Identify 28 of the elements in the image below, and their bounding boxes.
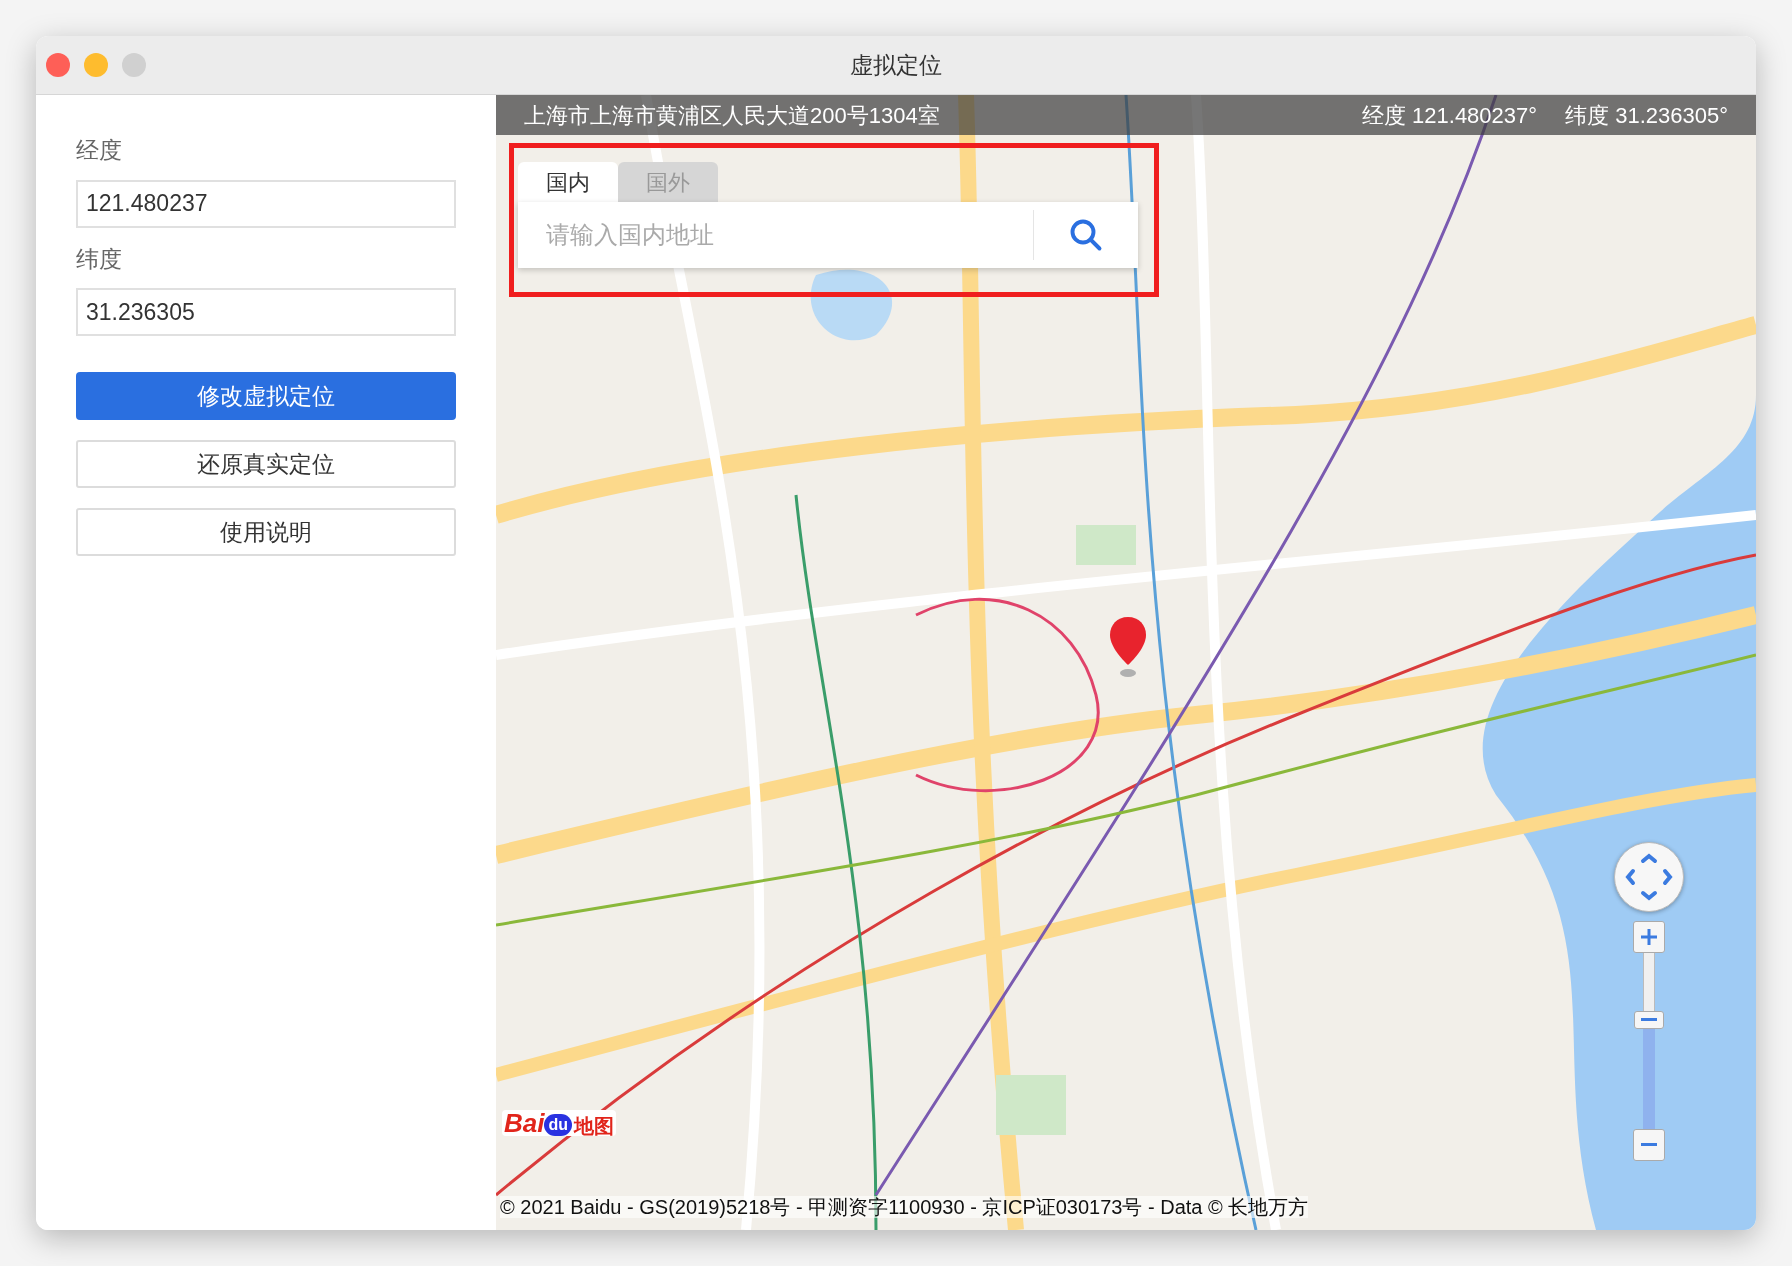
search-tab[interactable]: 国内	[518, 162, 618, 202]
action-button[interactable]: 修改虚拟定位	[76, 372, 456, 420]
action-button[interactable]: 使用说明	[76, 508, 456, 556]
input-field[interactable]: 31.236305	[76, 288, 456, 336]
minus-icon	[1641, 1143, 1657, 1147]
logo-badge: du	[544, 1114, 572, 1136]
search-input[interactable]: 请输入国内地址	[518, 202, 1033, 268]
field-label: 经度	[76, 136, 122, 165]
close-button[interactable]	[46, 53, 70, 77]
window-title: 虚拟定位	[850, 50, 942, 80]
plus-icon	[1641, 929, 1657, 945]
longitude-text: 经度 121.480237°	[1361, 101, 1538, 130]
copyright-text: © 2021 Baidu - GS(2019)5218号 - 甲测资字1100930 - 京ICP证030173号 - Data © 长地万方	[500, 1196, 1309, 1218]
address-text: 上海市上海市黄浦区人民大道200号1304室	[524, 101, 940, 130]
map-view[interactable]: 上海市上海市黄浦区人民大道200号1304室 经度 121.480237° 纬度 31.236305° 国内 国外 请输入国内地址 Bai du 地图 © 2021 Baidu - GS(2019)5218号 - 甲测资字1100930 - 京ICP证030173号 - Data © 长地万方	[496, 95, 1756, 1230]
search-field[interactable]: 请输入国内地址	[518, 202, 1138, 268]
search-icon[interactable]	[1068, 217, 1104, 253]
direction-arrows-icon	[1624, 852, 1674, 902]
zoom-out-button[interactable]	[1633, 1129, 1665, 1161]
zoom-in-button[interactable]	[1633, 921, 1665, 953]
logo-text: 地图	[574, 1116, 614, 1136]
zoom-slider-thumb[interactable]	[1634, 1010, 1664, 1029]
field-label: 纬度	[76, 244, 122, 274]
logo-text: Bai	[504, 1110, 545, 1136]
latitude-text: 纬度 31.236305°	[1565, 101, 1728, 130]
input-field[interactable]: 121.480237	[76, 179, 456, 228]
action-button[interactable]: 还原真实定位	[76, 440, 456, 488]
location-pin-icon	[1108, 615, 1148, 679]
